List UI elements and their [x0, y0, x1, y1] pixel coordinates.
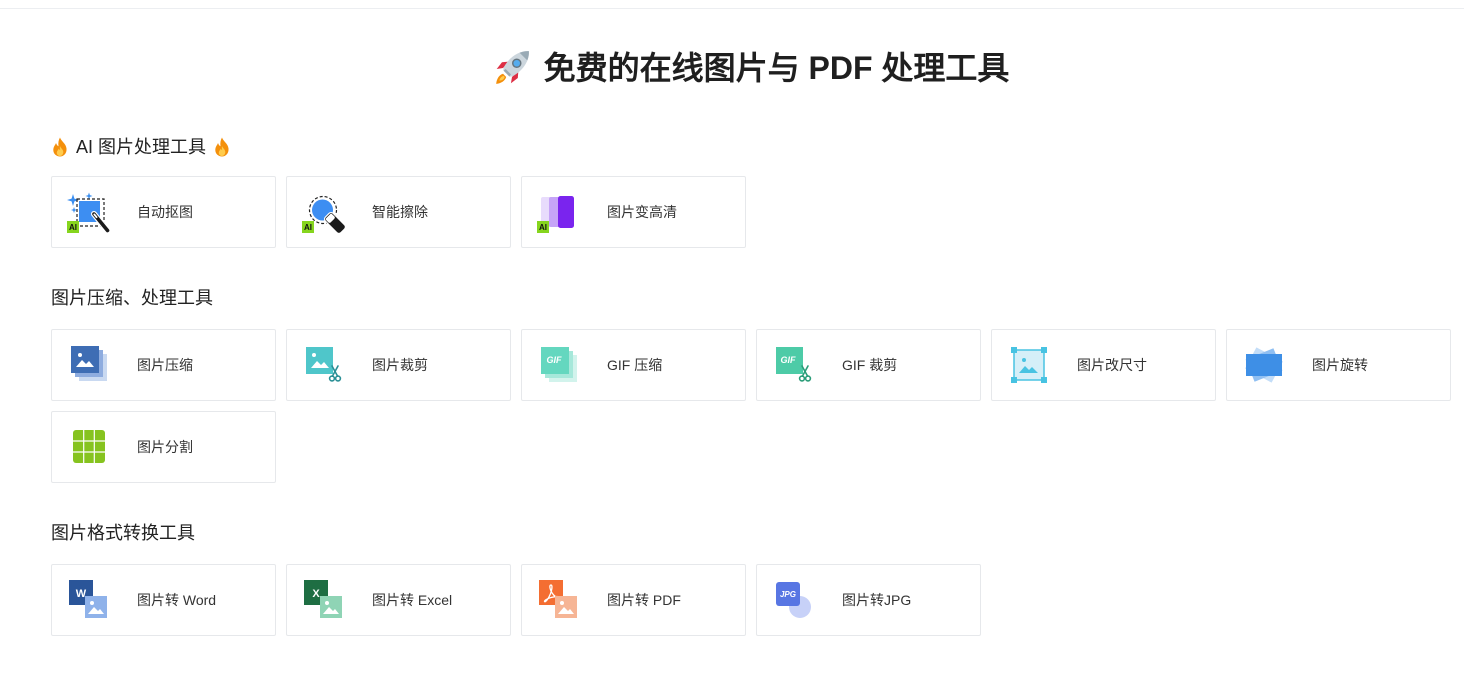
tool-card-image-rotate[interactable]: 图片旋转	[1226, 329, 1451, 401]
tool-card-image-to-excel[interactable]: X 图片转 Excel	[286, 564, 511, 636]
tool-card-label: 图片旋转	[1312, 357, 1368, 373]
tool-card-smart-erase[interactable]: AI 智能擦除	[286, 176, 511, 248]
section-heading-text: 图片格式转换工具	[51, 523, 195, 543]
jpg-icon-text: JPG	[780, 590, 796, 599]
tool-card-image-to-pdf[interactable]: 图片转 PDF	[521, 564, 746, 636]
tool-card-image-to-jpg[interactable]: JPG 图片转JPG	[756, 564, 981, 636]
section-heading-text: AI 图片处理工具	[76, 137, 207, 157]
section-convert-tools: 图片格式转换工具 W 图片转 Word X 图片转 Excel 图片转 PDF …	[51, 520, 1451, 680]
image-crop-icon	[306, 347, 342, 382]
tool-card-image-enhance[interactable]: AI 图片变高清	[521, 176, 746, 248]
tool-grid: 图片压缩 图片裁剪 GIF GIF 压缩 GIF GIF 裁剪 图片改尺寸 图片…	[51, 329, 1451, 483]
image-to-word-icon: W	[69, 580, 107, 618]
tool-card-label: GIF 裁剪	[842, 357, 898, 373]
tool-card-label: 智能擦除	[372, 204, 428, 220]
tool-card-image-to-word[interactable]: W 图片转 Word	[51, 564, 276, 636]
tool-grid: AI 自动抠图 AI 智能擦除 AI 图片变高清	[51, 176, 1451, 248]
tool-card-gif-crop[interactable]: GIF GIF 裁剪	[756, 329, 981, 401]
section-process-tools: 图片压缩、处理工具 图片压缩 图片裁剪 GIF GIF 压缩 GIF GIF 裁…	[51, 285, 1451, 483]
ai-badge-text: AI	[539, 223, 547, 232]
tool-grid: W 图片转 Word X 图片转 Excel 图片转 PDF JPG 图片转JP…	[51, 564, 1451, 636]
ai-badge-text: AI	[304, 223, 312, 232]
tool-card-gif-compress[interactable]: GIF GIF 压缩	[521, 329, 746, 401]
section-heading: AI 图片处理工具	[51, 134, 1451, 160]
page-title-text: 免费的在线图片与 PDF 处理工具	[543, 50, 1010, 86]
tool-card-image-crop[interactable]: 图片裁剪	[286, 329, 511, 401]
gif-compress-icon: GIF	[541, 347, 577, 382]
tool-card-label: 图片转 Word	[137, 592, 217, 608]
image-split-icon	[73, 430, 105, 463]
image-to-excel-icon: X	[304, 580, 342, 618]
tool-card-label: 图片变高清	[607, 204, 677, 220]
page-title: 免费的在线图片与 PDF 处理工具	[51, 46, 1451, 90]
tool-card-image-compress[interactable]: 图片压缩	[51, 329, 276, 401]
image-compress-icon	[71, 346, 107, 381]
tool-card-label: 图片转 PDF	[607, 592, 681, 608]
tool-card-label: 图片压缩	[137, 357, 193, 373]
tool-card-label: 图片转 Excel	[372, 592, 453, 608]
image-rotate-icon	[1245, 347, 1283, 383]
image-enhance-icon: AI	[537, 196, 574, 233]
image-to-jpg-icon: JPG	[776, 582, 811, 618]
tool-card-label: 图片裁剪	[372, 357, 428, 373]
section-ai-tools: AI 图片处理工具 AI 自动抠图 AI 智能擦除 AI 图片变高清	[51, 134, 1451, 294]
tool-card-image-split[interactable]: 图片分割	[51, 411, 276, 483]
tools-container: 免费的在线图片与 PDF 处理工具 AI 图片处理工具 AI 自动抠图 AI 智…	[51, 0, 1451, 648]
smart-erase-icon: AI	[302, 195, 347, 235]
section-heading-text: 图片压缩、处理工具	[51, 288, 213, 308]
fire-icon	[53, 137, 67, 157]
tool-card-label: 自动抠图	[137, 204, 193, 220]
gif-crop-icon: GIF	[776, 347, 812, 382]
ai-badge-text: AI	[69, 223, 77, 232]
excel-icon-text: X	[312, 588, 320, 600]
section-heading: 图片格式转换工具	[51, 520, 1451, 546]
gif-icon-text: GIF	[781, 355, 797, 365]
tool-card-auto-cutout[interactable]: AI 自动抠图	[51, 176, 276, 248]
gif-icon-text: GIF	[547, 355, 563, 365]
tool-card-label: 图片转JPG	[842, 592, 912, 608]
rocket-icon	[495, 51, 529, 84]
tool-card-label: 图片分割	[137, 439, 193, 455]
image-resize-icon	[1011, 347, 1047, 383]
fire-icon	[215, 137, 229, 157]
tool-card-label: 图片改尺寸	[1077, 357, 1147, 373]
section-heading: 图片压缩、处理工具	[51, 285, 1451, 311]
tool-card-image-resize[interactable]: 图片改尺寸	[991, 329, 1216, 401]
tool-card-label: GIF 压缩	[607, 357, 663, 373]
image-to-pdf-icon	[539, 580, 577, 618]
auto-cutout-icon: AI	[67, 192, 111, 234]
